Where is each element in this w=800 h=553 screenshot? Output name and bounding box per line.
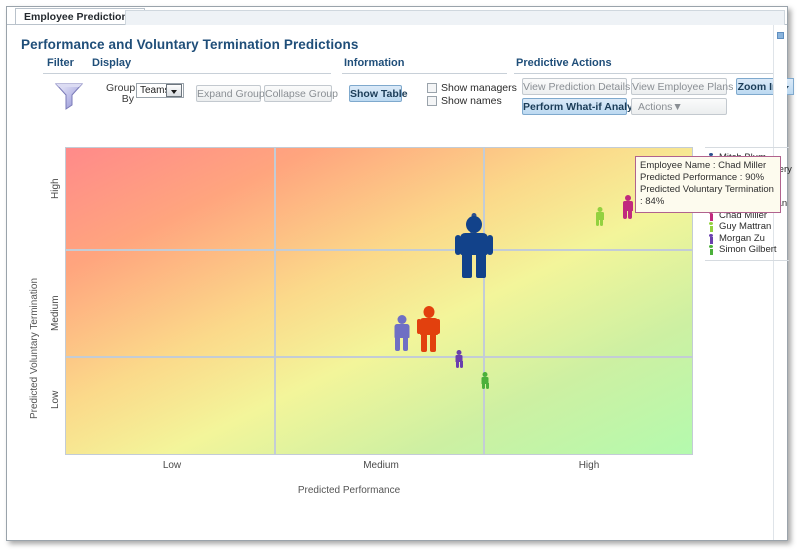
tab-strip-filler <box>125 10 785 25</box>
collapse-group-button[interactable]: Collapse Group <box>264 85 338 102</box>
x-axis-title: Predicted Performance <box>297 485 401 496</box>
chart-area: Predicted Voluntary Termination High Med… <box>7 119 787 529</box>
toolbar-group-predictive-actions-rule <box>514 73 784 74</box>
show-names-label: Show names <box>441 95 502 107</box>
data-point-simon-gilbert[interactable] <box>481 372 489 389</box>
toolbar-group-filter-label: Filter <box>47 57 74 69</box>
data-point-chad-miller[interactable] <box>455 216 493 278</box>
legend-person-icon <box>709 222 713 232</box>
expand-group-button[interactable]: Expand Group <box>196 85 265 102</box>
page-title: Performance and Voluntary Termination Pr… <box>21 37 359 52</box>
data-point-guy-mattran[interactable] <box>595 207 604 226</box>
data-point-morgan-zu[interactable] <box>455 350 463 368</box>
tooltip-predicted-performance: Predicted Performance : 90% <box>640 172 765 183</box>
y-tick-medium: Medium <box>50 295 61 331</box>
window-bottom-pad <box>7 516 773 540</box>
group-by-label-line2: By <box>121 93 134 105</box>
tooltip-predicted-termination: Predicted Voluntary Termination : 84% <box>640 184 774 207</box>
funnel-icon-svg <box>54 83 84 110</box>
show-managers-checkbox[interactable] <box>427 83 437 93</box>
toolbar-group-filter-rule <box>43 73 95 74</box>
legend-person-icon <box>709 233 713 244</box>
x-tick-medium: Medium <box>363 460 399 471</box>
data-point-frank-pukta[interactable] <box>393 315 410 351</box>
gridline-horizontal-1 <box>66 249 692 251</box>
legend-item-label: Morgan Zu <box>719 232 765 244</box>
application-window: Employee Predictions Performance and Vol… <box>6 6 794 541</box>
actions-menu-button[interactable]: Actions▼ <box>631 98 727 115</box>
toolbar-group-predictive-actions-label: Predictive Actions <box>516 57 612 69</box>
legend-person-icon <box>709 245 713 255</box>
x-tick-high: High <box>578 460 600 471</box>
legend-item-simon-gilbert[interactable]: Simon Gilbert <box>705 244 789 256</box>
y-tick-high: High <box>50 178 61 199</box>
y-tick-low: Low <box>50 390 61 409</box>
toolbar-group-information-label: Information <box>344 57 405 69</box>
legend-item-guy-mattran[interactable]: Guy Mattran <box>705 221 789 233</box>
gridline-horizontal-2 <box>66 356 692 358</box>
gridline-vertical-1 <box>274 148 276 454</box>
show-table-button[interactable]: Show Table <box>349 85 408 102</box>
view-employee-plans-button[interactable]: View Employee Plans <box>631 78 733 95</box>
view-prediction-details-button[interactable]: View Prediction Details <box>522 78 630 95</box>
data-point-brian-joseph[interactable] <box>417 306 440 352</box>
chevron-down-icon[interactable] <box>166 84 182 97</box>
legend-item-label: Simon Gilbert <box>719 244 777 255</box>
perform-what-if-analysis-button[interactable]: Perform What-if Analysis <box>522 98 647 115</box>
gridline-vertical-2 <box>483 148 485 454</box>
data-point-elizabeth-mavery[interactable] <box>622 195 633 219</box>
funnel-icon[interactable] <box>52 79 86 111</box>
right-rail <box>773 25 787 540</box>
plot-area[interactable] <box>65 147 693 455</box>
legend-item-label: Guy Mattran <box>719 221 772 232</box>
x-tick-low: Low <box>162 460 182 471</box>
legend-item-morgan-zu[interactable]: Morgan Zu <box>705 233 789 245</box>
tooltip-employee-name: Employee Name : Chad Miller <box>640 160 767 171</box>
employee-tooltip: Employee Name : Chad Miller Predicted Pe… <box>635 156 781 213</box>
show-managers-label: Show managers <box>441 82 517 94</box>
scroll-handle[interactable] <box>777 32 784 39</box>
show-names-checkbox[interactable] <box>427 96 437 106</box>
toolbar-group-display-label: Display <box>92 57 132 69</box>
toolbar-group-display-rule <box>90 73 331 74</box>
y-axis-title: Predicted Voluntary Termination <box>29 277 40 419</box>
tab-strip: Employee Predictions <box>7 7 787 25</box>
toolbar-group-information-rule <box>342 73 507 74</box>
